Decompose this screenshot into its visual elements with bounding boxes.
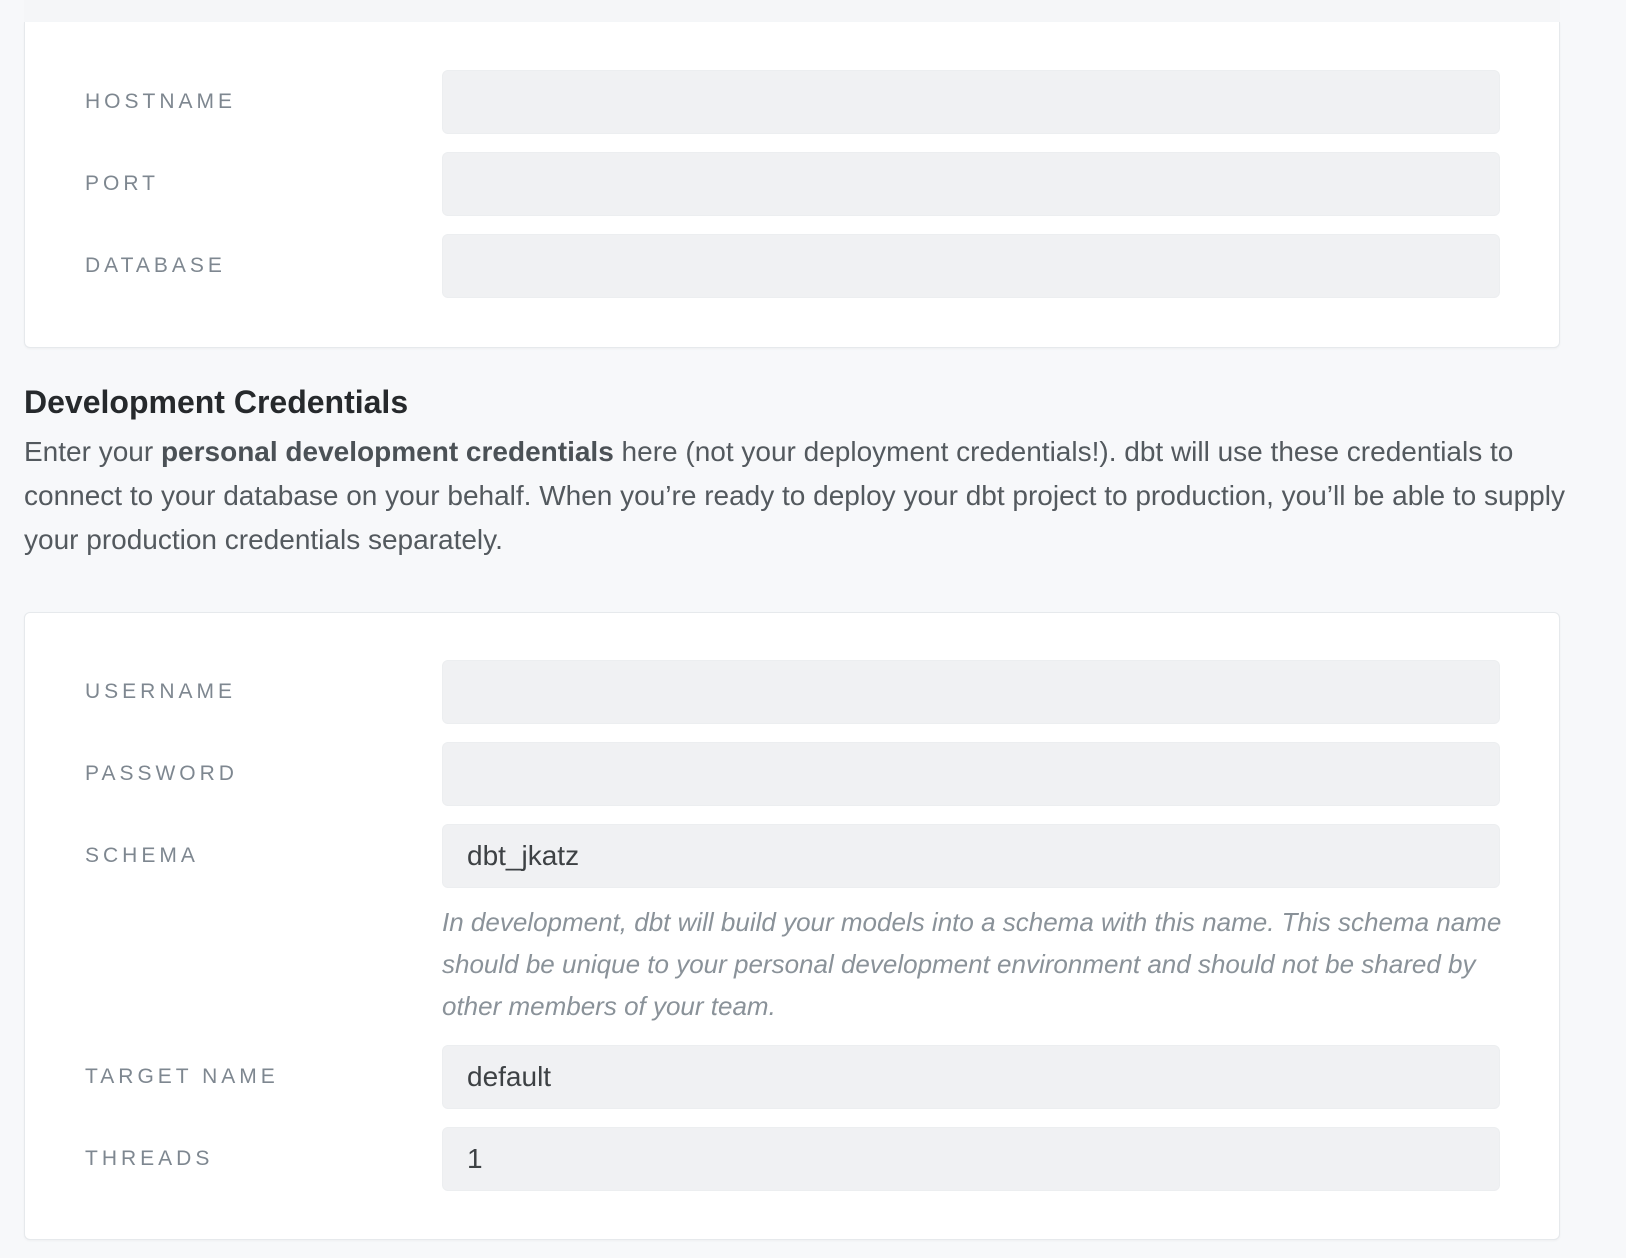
target-name-input[interactable]: default xyxy=(442,1045,1500,1109)
credentials-card: USERNAME PASSWORD SCHEMA dbt_jkatz In de… xyxy=(24,612,1560,1240)
schema-label: SCHEMA xyxy=(85,844,199,867)
threads-label: THREADS xyxy=(85,1147,214,1170)
threads-input[interactable]: 1 xyxy=(442,1127,1500,1191)
description-emphasis: personal development credentials xyxy=(160,436,614,467)
hostname-label: HOSTNAME xyxy=(85,90,237,113)
schema-input[interactable]: dbt_jkatz xyxy=(442,824,1500,888)
section-title: Development Credentials xyxy=(24,384,409,420)
password-label: PASSWORD xyxy=(85,762,238,785)
section-description: Enter your personal development credenti… xyxy=(24,430,1584,562)
username-label: USERNAME xyxy=(85,680,237,703)
connection-settings-card: HOSTNAME PORT DATABASE xyxy=(24,22,1560,348)
hostname-input[interactable] xyxy=(442,70,1500,134)
database-label: DATABASE xyxy=(85,254,226,277)
target-name-label: TARGET NAME xyxy=(85,1065,279,1088)
password-input[interactable] xyxy=(442,742,1500,806)
username-input[interactable] xyxy=(442,660,1500,724)
schema-help-text: In development, dbt will build your mode… xyxy=(442,907,1502,1021)
previous-section-edge xyxy=(24,0,1560,22)
port-label: PORT xyxy=(85,172,159,195)
port-input[interactable] xyxy=(442,152,1500,216)
description-intro: Enter your xyxy=(24,436,161,467)
database-input[interactable] xyxy=(442,234,1500,298)
